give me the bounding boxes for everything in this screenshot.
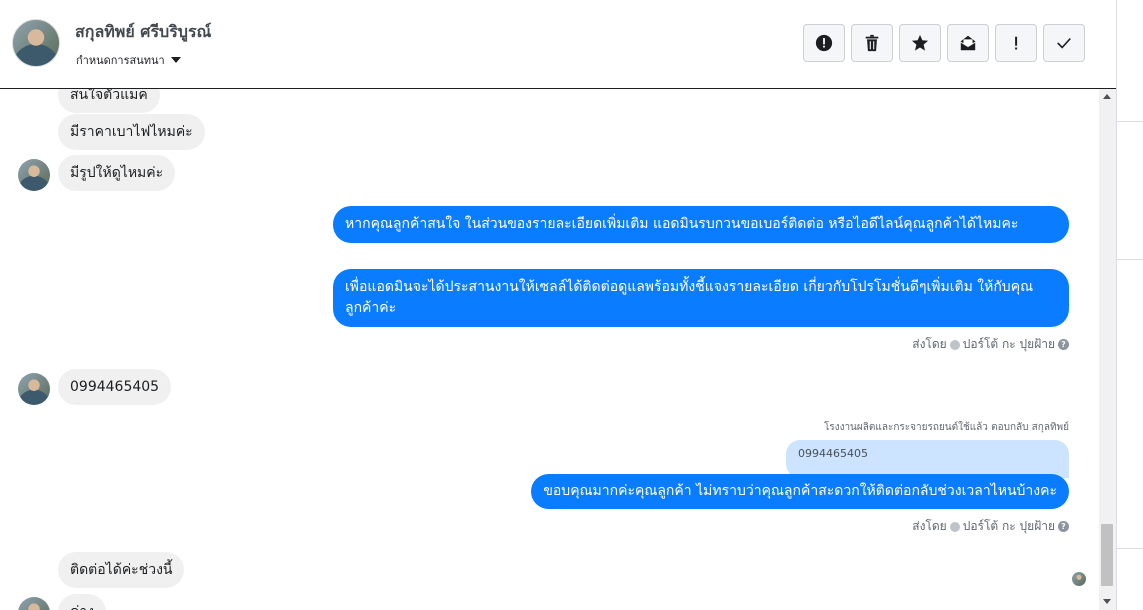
incoming-message[interactable]: มีรูปให้ดูไหมค่ะ <box>58 155 176 191</box>
outgoing-message[interactable]: เพื่อแอดมินจะได้ประสานงานให้เซลล์ได้ติดต… <box>333 269 1069 327</box>
sender-name[interactable]: ปอร์โต้ กะ ปุยฝ้าย <box>963 517 1055 536</box>
incoming-message[interactable]: มีราคาเบาไฟไหมค่ะ <box>58 114 205 150</box>
star-icon <box>911 34 929 51</box>
seen-avatar <box>1072 572 1086 586</box>
incoming-message[interactable]: ติดต่อได้ค่ะช่วงนี้ <box>58 552 185 588</box>
thread-scrollbar[interactable] <box>1099 89 1116 610</box>
conversation-settings-dropdown[interactable]: กำหนดการสนทนา <box>76 51 181 69</box>
sent-by-label: ส่งโดย ปอร์โต้ กะ ปุยฝ้าย ? <box>912 517 1069 536</box>
quoted-message[interactable]: 0994465405 <box>786 440 1069 478</box>
side-panel-divider <box>1116 548 1143 549</box>
reply-note: โรงงานผลิตและกระจายรถยนต์ใช้แล้ว ตอบกลับ… <box>823 422 1069 433</box>
incoming-message[interactable]: สนใจตัวแมค <box>58 89 160 113</box>
caret-down-icon <box>170 57 181 63</box>
sender-avatar[interactable] <box>18 159 50 191</box>
conversation-header: สกุลทิพย์ ศรีบริบูรณ์ กำหนดการสนทนา <box>0 0 1116 89</box>
important-button[interactable] <box>995 24 1037 62</box>
exclamation-icon <box>1015 36 1018 50</box>
spam-button[interactable] <box>803 24 845 62</box>
delete-button[interactable] <box>851 24 893 62</box>
message-thread[interactable]: สนใจตัวแมค มีราคาเบาไฟไหมค่ะ มีรูปให้ดูไ… <box>0 89 1099 610</box>
done-button[interactable] <box>1043 24 1085 62</box>
scroll-down-arrow-icon[interactable] <box>1103 599 1111 604</box>
side-panel-divider <box>1116 259 1143 260</box>
scrollbar-thumb[interactable] <box>1101 524 1113 586</box>
action-toolbar <box>803 24 1085 62</box>
mark-unread-button[interactable] <box>947 24 989 62</box>
side-panel-edge <box>1116 0 1143 610</box>
check-icon <box>1057 37 1071 49</box>
sender-name[interactable]: ปอร์โต้ กะ ปุยฝ้าย <box>963 335 1055 354</box>
sent-by-label: ส่งโดย ปอร์โต้ กะ ปุยฝ้าย ? <box>912 335 1069 354</box>
sent-by-prefix: ส่งโดย <box>912 519 947 533</box>
star-button[interactable] <box>899 24 941 62</box>
alert-circle-icon <box>815 34 833 52</box>
conversation-settings-label: กำหนดการสนทนา <box>76 54 165 67</box>
contact-name[interactable]: สกุลทิพย์ ศรีบริบูรณ์ <box>75 20 211 45</box>
outgoing-message[interactable]: หากคุณลูกค้าสนใจ ในส่วนของรายละเอียดเพิ่… <box>333 206 1069 243</box>
contact-avatar[interactable] <box>12 19 60 67</box>
side-panel-divider <box>1116 121 1143 122</box>
mail-open-icon <box>960 35 976 51</box>
sent-by-prefix: ส่งโดย <box>912 337 947 351</box>
page-icon <box>949 521 960 532</box>
trash-icon <box>865 34 879 52</box>
sender-avatar[interactable] <box>18 373 50 405</box>
outgoing-message[interactable]: ขอบคุณมากค่ะคุณลูกค้า ไม่ทราบว่าคุณลูกค้… <box>531 474 1069 509</box>
help-icon[interactable]: ? <box>1058 339 1069 350</box>
help-icon[interactable]: ? <box>1058 521 1069 532</box>
incoming-message[interactable]: 0994465405 <box>58 369 172 405</box>
sender-avatar[interactable] <box>18 597 50 610</box>
scroll-up-arrow-icon[interactable] <box>1103 94 1111 99</box>
page-icon <box>949 339 960 350</box>
incoming-message[interactable]: ค่าง <box>58 594 107 610</box>
